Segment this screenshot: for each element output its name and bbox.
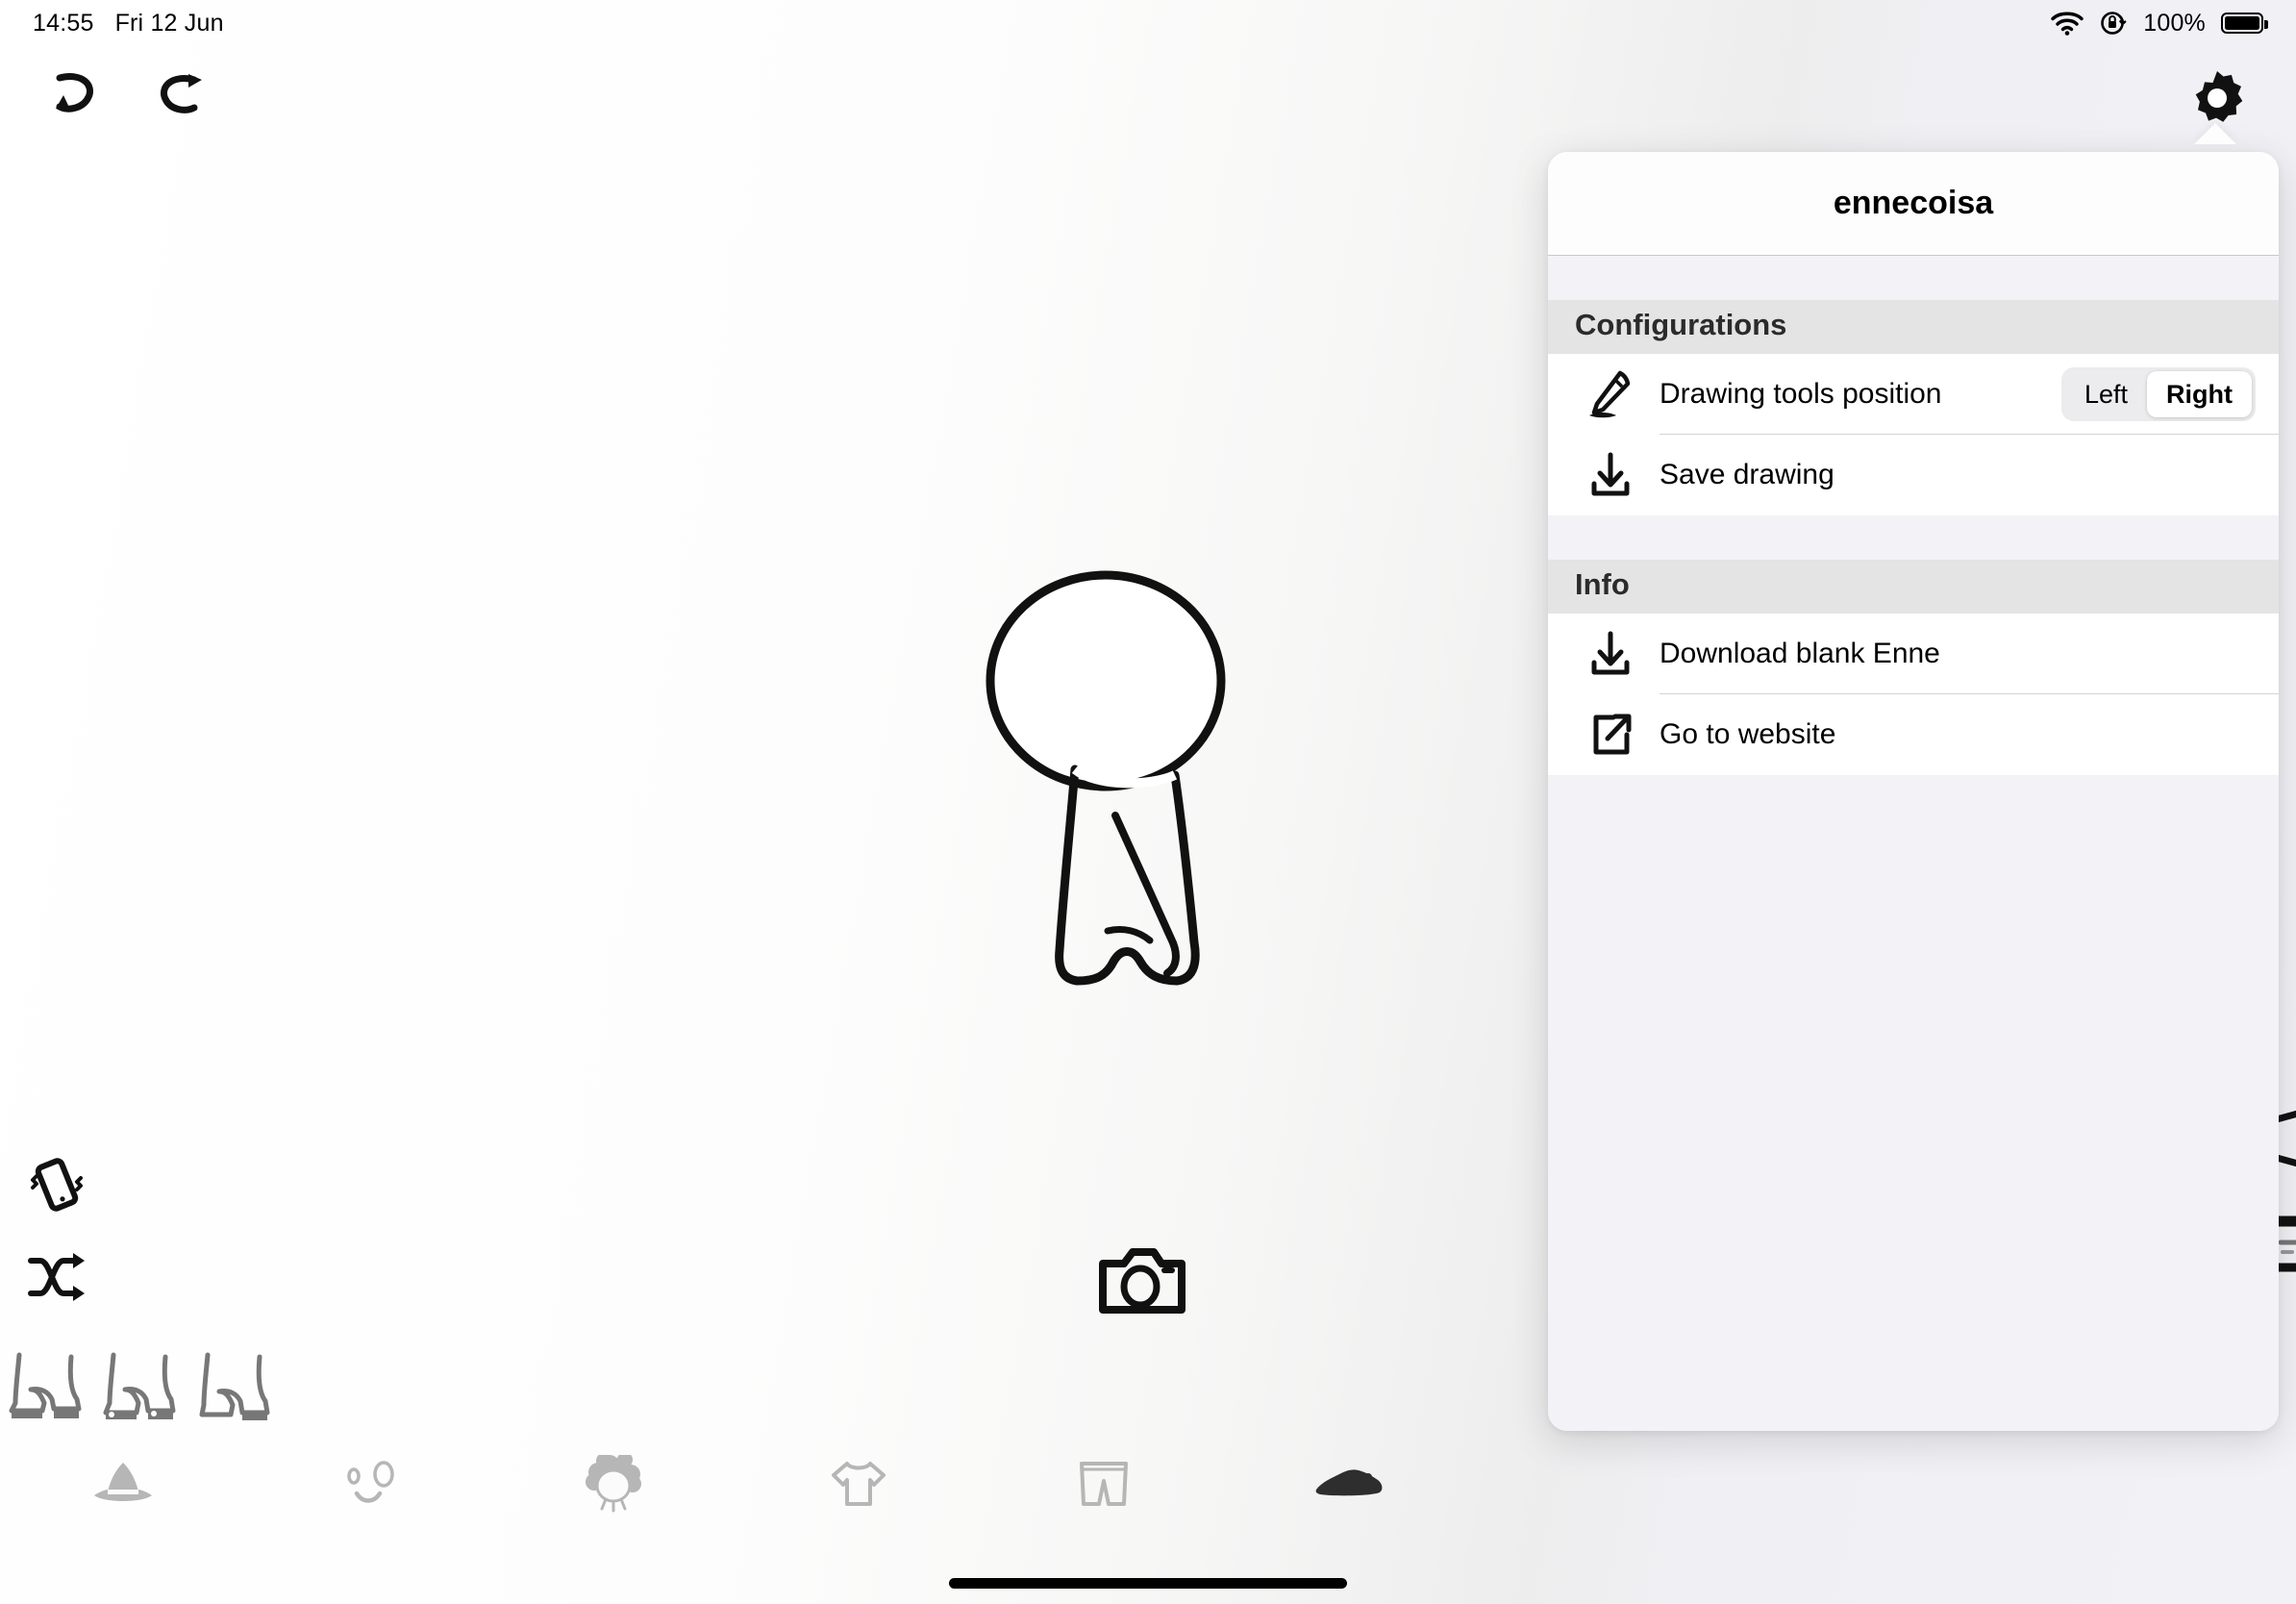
row-download-blank-enne[interactable]: Download blank Enne bbox=[1548, 614, 2279, 694]
settings-popover: ennecoisa Configurations Drawing tools p… bbox=[1548, 152, 2279, 1431]
undo-redo-toolbar bbox=[35, 58, 219, 133]
shoes-option-2[interactable] bbox=[94, 1341, 183, 1430]
status-bar-left: 14:55 Fri 12 Jun bbox=[33, 10, 224, 38]
status-date: Fri 12 Jun bbox=[114, 9, 224, 37]
row-label: Go to website bbox=[1660, 718, 1836, 750]
battery-percent: 100% bbox=[2143, 9, 2206, 37]
camera-button[interactable] bbox=[1089, 1236, 1195, 1327]
segment-left[interactable]: Left bbox=[2065, 371, 2147, 417]
shirt-icon bbox=[822, 1456, 895, 1512]
section-title: Configurations bbox=[1575, 308, 1787, 341]
shake-phone-button[interactable] bbox=[21, 1149, 92, 1220]
shuffle-button[interactable] bbox=[21, 1241, 92, 1313]
external-link-icon bbox=[1575, 710, 1646, 760]
nav-shoes[interactable] bbox=[1226, 1431, 1471, 1537]
section-header-info: Info bbox=[1548, 560, 2279, 614]
status-time: 14:55 bbox=[33, 9, 94, 37]
face-icon bbox=[334, 1457, 403, 1511]
section-gap-middle bbox=[1548, 515, 2279, 560]
row-label: Download blank Enne bbox=[1660, 638, 1940, 669]
shuffle-icon bbox=[25, 1249, 88, 1305]
download-icon bbox=[1575, 449, 1646, 501]
popover-header: ennecoisa bbox=[1548, 152, 2279, 256]
wifi-icon bbox=[2051, 11, 2084, 36]
app-root: 14:55 Fri 12 Jun 100% ennecoisa Configur… bbox=[0, 0, 2296, 1604]
section-body-configurations: Drawing tools position Left Right Save d… bbox=[1548, 354, 2279, 515]
undo-button[interactable] bbox=[35, 58, 110, 133]
camera-icon bbox=[1098, 1244, 1186, 1319]
status-bar-right: 100% bbox=[2051, 9, 2268, 38]
rotation-lock-icon bbox=[2099, 9, 2128, 38]
shoes-option-3[interactable] bbox=[188, 1341, 277, 1430]
drawing-tools-position-segmented[interactable]: Left Right bbox=[2060, 367, 2256, 421]
download-icon bbox=[1575, 628, 1646, 680]
redo-button[interactable] bbox=[144, 58, 219, 133]
settings-button[interactable] bbox=[2179, 60, 2256, 137]
row-label: Save drawing bbox=[1660, 459, 1834, 490]
left-tool-column bbox=[21, 1149, 92, 1313]
row-label: Drawing tools position bbox=[1660, 378, 1942, 410]
battery-level bbox=[2225, 16, 2259, 30]
shake-phone-icon bbox=[25, 1153, 88, 1216]
status-bar: 14:55 Fri 12 Jun 100% bbox=[0, 0, 2296, 46]
section-header-configurations: Configurations bbox=[1548, 300, 2279, 354]
popover-empty-area bbox=[1548, 775, 2279, 1431]
shoe-icon bbox=[1312, 1461, 1385, 1507]
nav-hair[interactable] bbox=[490, 1431, 736, 1537]
enne-character[interactable] bbox=[971, 546, 1260, 989]
home-indicator[interactable] bbox=[949, 1578, 1347, 1589]
shoes-option-1[interactable] bbox=[0, 1341, 88, 1430]
row-save-drawing[interactable]: Save drawing bbox=[1548, 435, 2279, 515]
gear-icon bbox=[2187, 68, 2247, 128]
nav-face[interactable] bbox=[245, 1431, 490, 1537]
hat-icon bbox=[88, 1457, 158, 1511]
pencil-icon bbox=[1575, 367, 1646, 421]
row-go-to-website[interactable]: Go to website bbox=[1548, 694, 2279, 775]
segment-right[interactable]: Right bbox=[2147, 371, 2252, 417]
drawing-canvas[interactable] bbox=[0, 46, 1471, 1498]
nav-top[interactable] bbox=[736, 1431, 981, 1537]
section-gap-top bbox=[1548, 256, 2279, 300]
option-strip bbox=[0, 1341, 277, 1430]
battery-full-icon bbox=[2221, 13, 2268, 34]
section-body-info: Download blank Enne Go to website bbox=[1548, 614, 2279, 775]
popover-title: ennecoisa bbox=[1833, 185, 1994, 221]
nav-hat[interactable] bbox=[0, 1431, 245, 1537]
nav-bottom[interactable] bbox=[981, 1431, 1226, 1537]
section-title: Info bbox=[1575, 567, 1630, 601]
shorts-icon bbox=[1072, 1456, 1136, 1512]
bottom-navigation bbox=[0, 1431, 1471, 1537]
row-drawing-tools-position[interactable]: Drawing tools position Left Right bbox=[1548, 354, 2279, 435]
redo-icon bbox=[152, 70, 212, 120]
undo-icon bbox=[42, 70, 102, 120]
hair-icon bbox=[577, 1455, 650, 1513]
